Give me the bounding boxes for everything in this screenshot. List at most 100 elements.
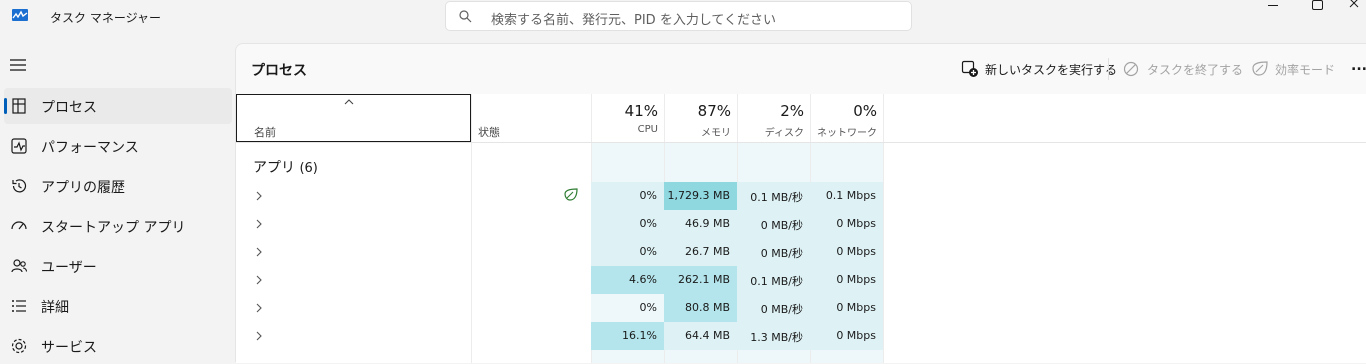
page-title: プロセス	[251, 63, 307, 79]
end-task-label: タスクを終了する	[1147, 63, 1244, 77]
sort-ascending-icon	[344, 99, 354, 105]
network-value: 0 Mbps	[836, 245, 876, 258]
sidebar-item-users[interactable]: ユーザー	[4, 248, 232, 284]
cpu-value: 0%	[639, 245, 657, 258]
network-cell: 0 Mbps	[810, 210, 883, 238]
memory-value: 262.1 MB	[677, 273, 730, 286]
memory-cell: 262.1 MB	[664, 266, 737, 294]
task-manager-app-icon	[12, 9, 28, 21]
sidebar: プロセス パフォーマンス アプリの履歴 スタートアップ アプリ ユーザー 詳細 …	[0, 44, 236, 362]
column-header-memory[interactable]: 87% メモリ	[664, 94, 737, 142]
cpu-header-label: CPU	[637, 124, 658, 135]
active-indicator	[4, 98, 7, 114]
header-divider	[236, 142, 1366, 143]
run-new-task-label: 新しいタスクを実行する	[985, 63, 1118, 77]
network-header-label: ネットワーク	[817, 128, 877, 139]
search-input[interactable]: 検索する名前、発行元、PID を入力してください	[445, 1, 912, 31]
maximize-icon[interactable]	[1295, 0, 1341, 14]
more-options-icon[interactable]: ...	[1351, 58, 1366, 80]
memory-value: 80.8 MB	[684, 301, 730, 314]
processes-icon	[12, 98, 26, 114]
cpu-value: 0%	[639, 217, 657, 230]
memory-cell: 1,729.3 MB	[664, 182, 737, 210]
efficiency-mode-label: 効率モード	[1275, 63, 1336, 77]
table-row[interactable]: 4.6% 262.1 MB 0.1 MB/秒 0 Mbps	[236, 266, 1366, 294]
sidebar-item-details[interactable]: 詳細	[4, 288, 232, 324]
chevron-right-icon[interactable]	[255, 218, 263, 230]
cpu-cell: 16.1%	[591, 322, 664, 350]
column-header-name[interactable]: 名前	[236, 94, 471, 142]
table-row[interactable]: 16.1% 64.4 MB 1.3 MB/秒 0 Mbps	[236, 322, 1366, 350]
chevron-right-icon[interactable]	[255, 330, 263, 342]
network-value: 0 Mbps	[836, 329, 876, 342]
efficiency-leaf-icon	[1252, 61, 1268, 76]
sidebar-item-label: 詳細	[41, 300, 69, 316]
network-cell: 0 Mbps	[810, 294, 883, 322]
sidebar-item-label: ユーザー	[41, 260, 97, 276]
efficiency-mode-button[interactable]: 効率モード	[1251, 58, 1341, 80]
column-header-network[interactable]: 0% ネットワーク	[810, 94, 883, 142]
chevron-right-icon[interactable]	[255, 190, 263, 202]
disk-value: 0 MB/秒	[760, 219, 803, 232]
cpu-cell: 0%	[591, 210, 664, 238]
startup-apps-icon	[11, 221, 27, 230]
memory-cell: 64.4 MB	[664, 322, 737, 350]
disk-cell: 0.1 MB/秒	[737, 266, 810, 294]
app-history-icon	[12, 179, 27, 193]
sidebar-item-startup-apps[interactable]: スタートアップ アプリ	[4, 208, 232, 244]
disk-value: 1.3 MB/秒	[750, 331, 803, 344]
network-cell: 0 Mbps	[810, 266, 883, 294]
network-cell: 0 Mbps	[810, 322, 883, 350]
chevron-right-icon[interactable]	[255, 274, 263, 286]
minimize-icon[interactable]	[1250, 0, 1296, 14]
search-placeholder: 検索する名前、発行元、PID を入力してください	[491, 13, 777, 28]
chevron-right-icon[interactable]	[255, 246, 263, 258]
title-bar: タスク マネージャー 検索する名前、発行元、PID を入力してください	[0, 0, 1366, 44]
table-row[interactable]: 0% 46.9 MB 0 MB/秒 0 Mbps	[236, 210, 1366, 238]
table-row[interactable]: 0% 1,729.3 MB 0.1 MB/秒 0.1 Mbps	[236, 182, 1366, 210]
network-value: 0 Mbps	[836, 301, 876, 314]
search-icon	[459, 10, 472, 23]
app-title: タスク マネージャー	[50, 11, 161, 25]
memory-cell: 46.9 MB	[664, 210, 737, 238]
apps-group-count: (6)	[299, 161, 318, 176]
run-new-task-button[interactable]: 新しいタスクを実行する	[961, 58, 1117, 80]
cpu-cell: 0%	[591, 238, 664, 266]
disk-cell: 0 MB/秒	[737, 210, 810, 238]
end-task-button[interactable]: タスクを終了する	[1123, 58, 1243, 80]
disk-value: 0 MB/秒	[760, 303, 803, 316]
sidebar-item-app-history[interactable]: アプリの履歴	[4, 168, 232, 204]
disk-cell: 1.3 MB/秒	[737, 322, 810, 350]
apps-group-label: アプリ	[253, 160, 295, 176]
apps-group-header: アプリ (6)	[253, 157, 318, 177]
column-header-status[interactable]: 状態	[478, 124, 500, 140]
disk-header-label: ディスク	[764, 128, 804, 139]
table-row[interactable]: 0% 26.7 MB 0 MB/秒 0 Mbps	[236, 238, 1366, 266]
network-value: 0 Mbps	[836, 273, 876, 286]
details-icon	[12, 300, 26, 312]
column-header-cpu[interactable]: 41% CPU	[591, 94, 664, 142]
users-icon	[11, 259, 28, 273]
main-panel: プロセス 新しいタスクを実行する タスクを終了する 効率モード ... 名前 状…	[235, 43, 1366, 363]
chevron-right-icon[interactable]	[255, 302, 263, 314]
network-value: 0 Mbps	[836, 217, 876, 230]
network-total-percent: 0%	[853, 102, 877, 120]
sidebar-item-label: サービス	[41, 340, 97, 356]
disk-cell: 0.1 MB/秒	[737, 182, 810, 210]
column-header-disk[interactable]: 2% ディスク	[737, 94, 810, 142]
disk-value: 0 MB/秒	[760, 247, 803, 260]
memory-header-label: メモリ	[701, 128, 731, 139]
toolbar-divider	[1108, 58, 1109, 80]
sidebar-item-performance[interactable]: パフォーマンス	[4, 128, 232, 164]
sidebar-item-services[interactable]: サービス	[4, 328, 232, 364]
memory-value: 1,729.3 MB	[667, 189, 730, 202]
sidebar-item-label: スタートアップ アプリ	[41, 220, 186, 236]
memory-value: 46.9 MB	[684, 217, 730, 230]
hamburger-menu-icon[interactable]	[9, 58, 27, 72]
sidebar-item-label: アプリの履歴	[41, 180, 125, 196]
cpu-cell: 0%	[591, 182, 664, 210]
sidebar-item-processes[interactable]: プロセス	[4, 88, 232, 124]
disk-total-percent: 2%	[780, 102, 804, 120]
close-icon[interactable]	[1340, 0, 1366, 14]
table-row[interactable]: 0% 80.8 MB 0 MB/秒 0 Mbps	[236, 294, 1366, 322]
